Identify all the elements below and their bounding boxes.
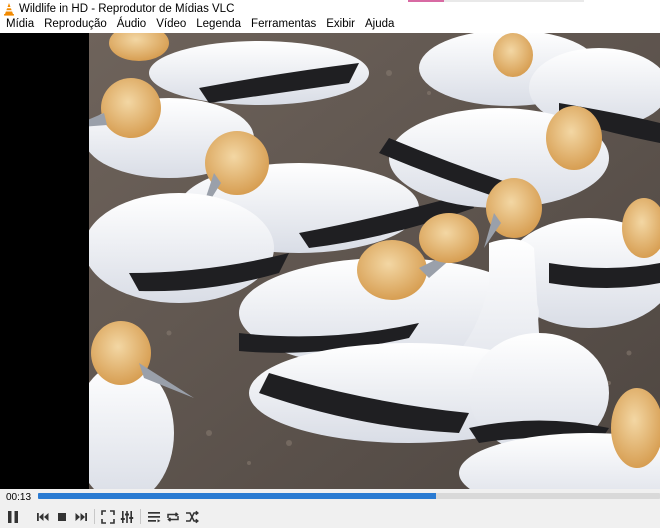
- elapsed-time: 00:13: [6, 492, 32, 503]
- seek-bar-fill: [38, 493, 437, 499]
- menu-legenda[interactable]: Legenda: [191, 17, 246, 33]
- pause-icon: [5, 509, 21, 525]
- playlist-button[interactable]: [145, 507, 163, 526]
- menu-midia[interactable]: Mídia: [1, 17, 39, 33]
- shuffle-icon: [185, 510, 199, 524]
- player-controls: 00:13: [0, 489, 660, 528]
- fullscreen-icon: [101, 509, 115, 524]
- extended-settings-icon: [120, 510, 134, 524]
- menu-bar: Mídia Reprodução Áudio Vídeo Legenda Fer…: [0, 17, 660, 33]
- menu-video[interactable]: Vídeo: [151, 17, 191, 33]
- vlc-cone-icon: [2, 2, 16, 16]
- shuffle-button[interactable]: [183, 507, 201, 526]
- stop-button[interactable]: [53, 507, 71, 526]
- video-area[interactable]: [0, 33, 660, 489]
- next-icon: [74, 511, 88, 523]
- title-bar: Wildlife in HD - Reprodutor de Mídias VL…: [0, 0, 660, 17]
- control-separator: [94, 509, 95, 524]
- video-frame[interactable]: [89, 33, 660, 489]
- menu-audio[interactable]: Áudio: [112, 17, 151, 33]
- stop-icon: [56, 511, 68, 523]
- video-frame-gannets: [89, 33, 660, 489]
- extended-settings-button[interactable]: [118, 507, 136, 526]
- loop-button[interactable]: [164, 507, 182, 526]
- control-buttons: [0, 506, 660, 528]
- loop-icon: [166, 510, 180, 524]
- menu-ajuda[interactable]: Ajuda: [360, 17, 399, 33]
- previous-icon: [36, 511, 50, 523]
- pause-button[interactable]: [2, 506, 24, 527]
- window-title: Wildlife in HD - Reprodutor de Mídias VL…: [19, 2, 235, 15]
- control-separator: [140, 509, 141, 524]
- menu-reproducao[interactable]: Reprodução: [39, 17, 112, 33]
- playlist-icon: [147, 510, 161, 524]
- next-button[interactable]: [72, 507, 90, 526]
- previous-button[interactable]: [34, 507, 52, 526]
- menu-exibir[interactable]: Exibir: [321, 17, 360, 33]
- titlebar-accent-gray: [444, 0, 584, 2]
- titlebar-accent: [408, 0, 444, 2]
- fullscreen-button[interactable]: [99, 507, 117, 526]
- seek-bar[interactable]: [38, 493, 660, 499]
- menu-ferramentas[interactable]: Ferramentas: [246, 17, 321, 33]
